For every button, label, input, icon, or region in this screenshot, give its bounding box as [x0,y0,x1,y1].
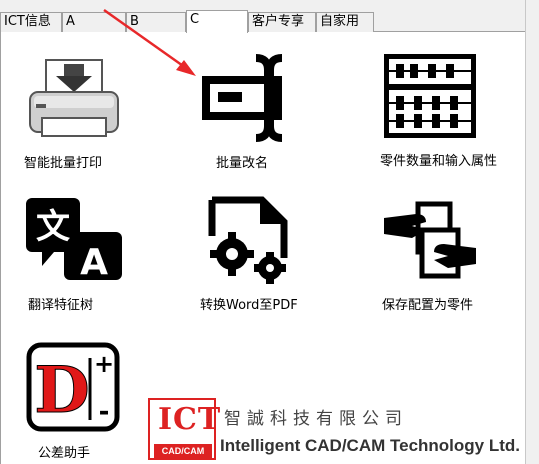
rename-cursor-icon [202,54,283,142]
tab-ict-info[interactable]: ICT信息 [0,12,62,32]
window-scrollbar[interactable] [525,0,539,464]
company-logo: ICT CAD/CAM 智誠科技有限公司 Intelligent CAD/CAM… [144,396,539,464]
logo-english-name: Intelligent CAD/CAM Technology Ltd. [220,436,520,455]
window-top-strip [0,0,525,10]
tab-bar: ICT信息 A B C 客户专享 自家用 [0,10,525,33]
logo-chinese-name: 智誠科技有限公司 [224,409,408,429]
tool-label: 保存配置为零件 [382,298,474,313]
tolerance-d-icon: D + - [26,342,120,432]
logo-mark: ICT CAD/CAM [148,398,220,460]
tolerance-glyph-d: D [34,353,90,428]
tab-c[interactable]: C [186,10,248,33]
tab-customer[interactable]: 客户专享 [248,12,316,32]
tool-batch-rename[interactable]: 批量改名 [196,44,306,174]
tool-save-config-as-part[interactable]: 保存配置为零件 [378,196,508,318]
tool-label: 智能批量打印 [24,156,103,171]
tolerance-glyph-minus: - [99,397,110,427]
tool-label: 转换Word至PDF [200,298,298,313]
tool-part-qty-attributes[interactable]: 零件数量和输入属性 [380,52,510,188]
translate-glyph-en: A [80,242,108,282]
translate-icon: 文 A [26,198,122,282]
handover-icon [384,201,476,279]
tab-b[interactable]: B [126,12,186,32]
app-window: ICT信息 A B C 客户专享 自家用 智能批量打印 批量改名 零件数量和输入… [0,0,539,464]
tool-label: 公差助手 [38,446,91,461]
logo-mark-sub: CAD/CAM [154,444,212,458]
tool-label: 批量改名 [216,156,269,171]
tool-word-to-pdf[interactable]: 转换Word至PDF [196,194,326,316]
printer-icon [29,59,119,137]
translate-glyph-zh: 文 [36,207,70,247]
tool-label: 翻译特征树 [28,298,94,313]
tab-a[interactable]: A [62,12,126,32]
tab-own-use[interactable]: 自家用 [316,12,374,32]
document-gears-icon [208,196,288,284]
tolerance-glyph-plus: + [94,350,114,378]
tool-label: 零件数量和输入属性 [380,154,498,169]
tool-translate-feature-tree[interactable]: 文 A 翻译特征树 [22,192,152,316]
tool-smart-batch-print[interactable]: 智能批量打印 [20,52,150,174]
logo-mark-text: ICT [158,402,222,437]
abacus-icon [384,54,476,138]
tool-tolerance-helper[interactable]: D + - 公差助手 [22,340,132,464]
